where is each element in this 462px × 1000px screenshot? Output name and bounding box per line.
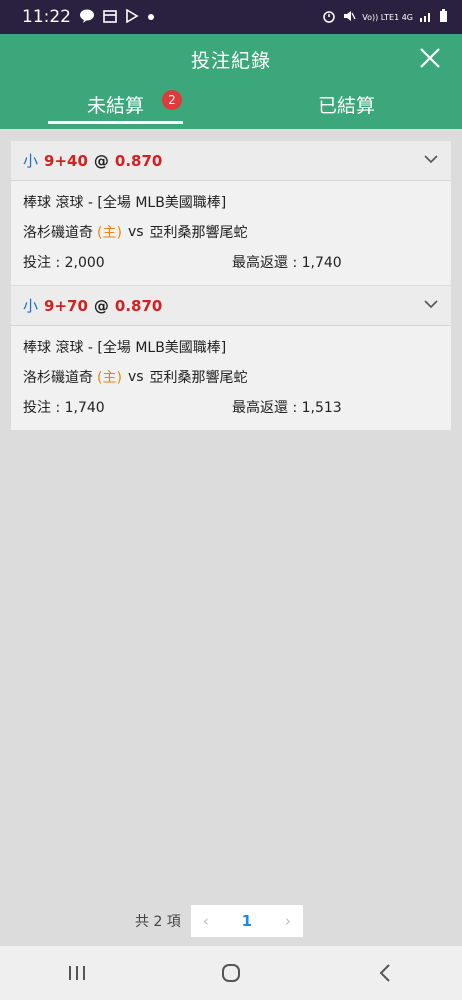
tab-unsettled[interactable]: 未結算 2 (0, 84, 231, 129)
bet-direction: 小 (23, 152, 39, 170)
bet-odds: 0.870 (114, 151, 163, 170)
home-icon[interactable] (211, 953, 251, 993)
page-number-button[interactable]: 1 (242, 912, 252, 930)
chevron-down-icon[interactable] (423, 151, 439, 164)
tab-settled[interactable]: 已結算 (231, 84, 462, 129)
home-team: 洛杉磯道奇 (23, 370, 93, 386)
bet-market: 棒球 滾球 - [全場 MLB美國職棒] (23, 340, 227, 356)
bet-card: 小 9+70 @ 0.870 棒球 滾球 - [全場 MLB美國職棒] 洛杉磯道… (11, 286, 451, 430)
close-icon[interactable] (418, 46, 442, 70)
bet-card-body: 棒球 滾球 - [全場 MLB美國職棒] 洛杉磯道奇 (主) vs 亞利桑那響尾… (11, 181, 451, 285)
bet-direction: 小 (23, 297, 39, 315)
bet-odds: 0.870 (114, 296, 163, 315)
mute-icon (342, 9, 356, 25)
bet-card: 小 9+40 @ 0.870 棒球 滾球 - [全場 MLB美國職棒] 洛杉磯道… (11, 141, 451, 285)
recent-apps-icon[interactable] (57, 953, 97, 993)
bet-at: @ (93, 296, 109, 315)
bet-max-return: 最高返還 : 1,513 (232, 400, 342, 416)
bet-market: 棒球 滾球 - [全場 MLB美國職棒] (23, 195, 227, 211)
bet-card-header[interactable]: 小 9+40 @ 0.870 (11, 141, 451, 181)
home-team: 洛杉磯道奇 (23, 225, 93, 241)
home-tag: (主) (97, 225, 122, 241)
vs-label: vs (127, 224, 144, 240)
chevron-down-icon[interactable] (423, 296, 439, 309)
away-team: 亞利桑那響尾蛇 (149, 370, 248, 386)
bet-matchup: 洛杉磯道奇 (主) vs 亞利桑那響尾蛇 (23, 217, 439, 247)
bet-stake: 投注 : 1,740 (23, 400, 105, 416)
pagination-controls: ‹ 1 › (190, 905, 303, 937)
signal-icon (419, 10, 433, 24)
pagination-total: 共 2 項 (135, 914, 181, 930)
unsettled-count-badge: 2 (162, 90, 182, 110)
alarm-icon (322, 9, 336, 25)
home-tag: (主) (97, 370, 122, 386)
tab-unsettled-label: 未結算 (86, 95, 144, 117)
active-tab-indicator (48, 121, 183, 124)
bet-at: @ (93, 151, 109, 170)
vs-label: vs (127, 369, 144, 385)
network-text: Vo)) LTE1 4G (362, 12, 413, 22)
bet-matchup: 洛杉磯道奇 (主) vs 亞利桑那響尾蛇 (23, 362, 439, 392)
page-title: 投注紀錄 (190, 49, 271, 72)
bet-stake: 投注 : 2,000 (23, 255, 105, 271)
calendar-icon (103, 9, 117, 25)
bet-max-return: 最高返還 : 1,740 (232, 255, 342, 271)
status-right: Vo)) LTE1 4G (322, 9, 448, 25)
dot-icon (147, 11, 155, 23)
battery-icon (439, 9, 448, 25)
header: 投注紀錄 (0, 34, 462, 84)
bet-amounts: 投注 : 2,000 最高返還 : 1,740 (23, 247, 439, 277)
bet-line: 9+70 (44, 296, 88, 315)
line-icon (79, 9, 95, 25)
play-store-icon (125, 8, 139, 25)
back-icon[interactable] (365, 953, 405, 993)
tab-settled-label: 已結算 (317, 95, 375, 117)
pagination: 共 2 項 ‹ 1 › (135, 905, 303, 937)
next-page-button[interactable]: › (285, 912, 291, 930)
away-team: 亞利桑那響尾蛇 (149, 225, 248, 241)
status-time: 11:22 (22, 7, 71, 27)
tab-bar: 未結算 2 已結算 (0, 84, 462, 129)
status-bar: 11:22 Vo)) LTE1 4G (0, 0, 462, 34)
status-left: 11:22 (22, 7, 155, 27)
bet-amounts: 投注 : 1,740 最高返還 : 1,513 (23, 392, 439, 422)
bet-card-body: 棒球 滾球 - [全場 MLB美國職棒] 洛杉磯道奇 (主) vs 亞利桑那響尾… (11, 326, 451, 430)
bet-card-header[interactable]: 小 9+70 @ 0.870 (11, 286, 451, 326)
prev-page-button[interactable]: ‹ (203, 912, 209, 930)
bet-line: 9+40 (44, 151, 88, 170)
system-nav-bar (0, 946, 462, 1000)
